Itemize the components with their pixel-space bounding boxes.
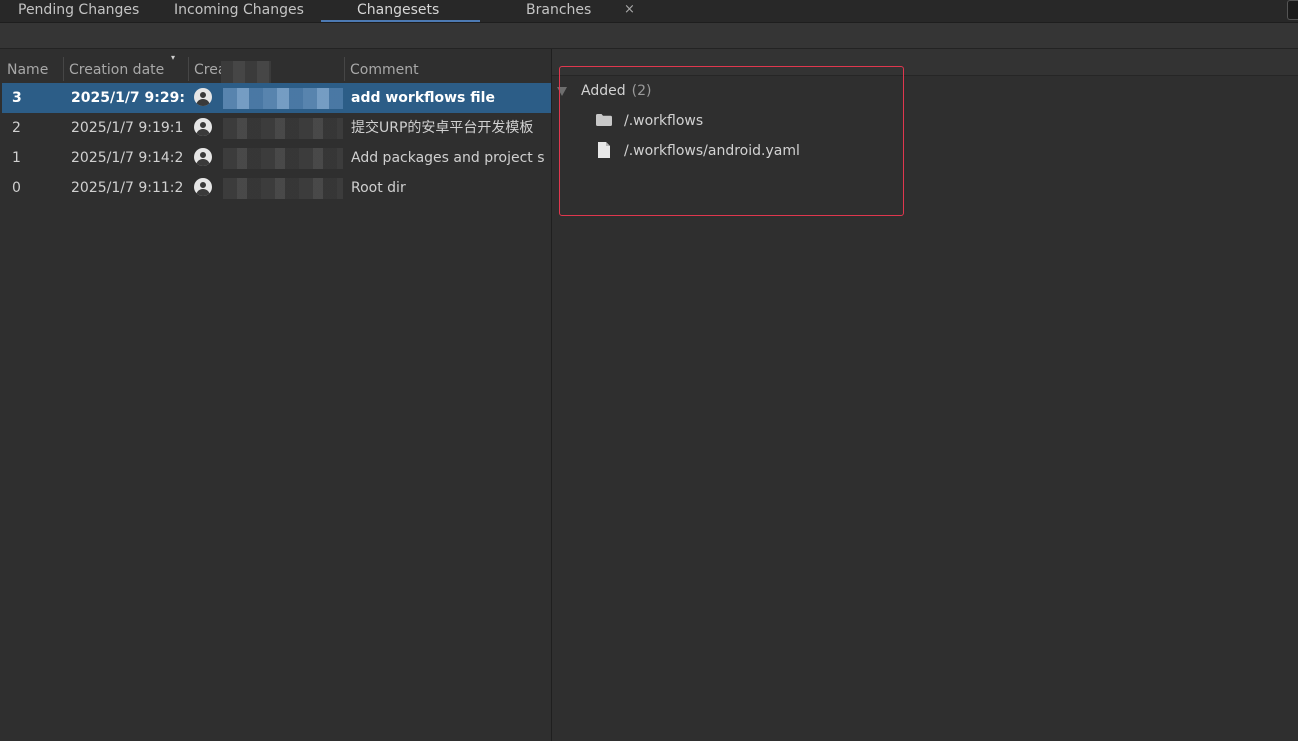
changeset-date: 2025/1/7 9:11:2: — [71, 180, 184, 196]
column-header-comment[interactable]: Comment — [350, 57, 548, 83]
changeset-row[interactable]: 0 2025/1/7 9:11:2: Root dir — [2, 173, 551, 203]
toolbar — [0, 23, 1298, 49]
changeset-name: 1 — [12, 150, 21, 166]
file-icon — [598, 142, 610, 158]
tab-changesets[interactable]: Changesets — [357, 0, 439, 22]
column-separator[interactable] — [344, 57, 345, 81]
user-avatar-icon — [194, 118, 212, 136]
tab-branches[interactable]: Branches — [526, 0, 591, 22]
changeset-name: 3 — [12, 90, 22, 106]
changeset-comment: 提交URP的安卓平台开发模板 — [351, 120, 534, 136]
changeset-row[interactable]: 2 2025/1/7 9:19:1: 提交URP的安卓平台开发模板 — [2, 113, 551, 143]
changeset-comment: add workflows file — [351, 90, 495, 106]
column-header-created-by[interactable]: Crea — [194, 57, 222, 83]
details-header — [552, 49, 1298, 76]
tab-pending-changes[interactable]: Pending Changes — [18, 0, 139, 22]
sort-descending-icon: ▾ — [171, 53, 176, 62]
changeset-date: 2025/1/7 9:29:( — [71, 90, 184, 106]
redacted-block — [221, 61, 271, 83]
tree-item-folder[interactable]: /.workflows — [624, 110, 703, 132]
tab-incoming-changes[interactable]: Incoming Changes — [174, 0, 304, 22]
expand-arrow-icon[interactable] — [557, 87, 567, 96]
close-tab-icon[interactable]: × — [624, 0, 635, 22]
group-count: (2) — [631, 83, 652, 99]
user-avatar-icon — [194, 88, 212, 106]
changeset-comment: Root dir — [351, 180, 406, 196]
changeset-date: 2025/1/7 9:19:1: — [71, 120, 184, 136]
redacted-username — [223, 178, 343, 199]
user-avatar-icon — [194, 148, 212, 166]
changeset-row[interactable]: 3 2025/1/7 9:29:( add workflows file — [2, 83, 551, 113]
changeset-list-panel: Name Creation date ▾ Crea Comment 3 2025… — [0, 49, 551, 741]
changeset-date: 2025/1/7 9:14:2 — [71, 150, 184, 166]
changeset-name: 2 — [12, 120, 21, 136]
column-header-creation-date[interactable]: Creation date — [69, 57, 187, 83]
redacted-username — [223, 118, 343, 139]
column-separator[interactable] — [188, 57, 189, 81]
tree-group-added[interactable]: Added (2) — [581, 80, 651, 102]
group-label: Added — [581, 83, 626, 99]
changeset-comment: Add packages and project s — [351, 150, 545, 166]
user-avatar-icon — [194, 178, 212, 196]
redacted-username — [223, 88, 343, 109]
options-button[interactable] — [1287, 0, 1298, 20]
active-tab-indicator — [321, 20, 480, 22]
column-separator[interactable] — [63, 57, 64, 81]
column-header-name[interactable]: Name — [7, 57, 59, 83]
changeset-name: 0 — [12, 180, 21, 196]
redacted-username — [223, 148, 343, 169]
tree-item-file[interactable]: /.workflows/android.yaml — [624, 140, 800, 162]
folder-icon — [596, 114, 612, 126]
changeset-row[interactable]: 1 2025/1/7 9:14:2 Add packages and proje… — [2, 143, 551, 173]
tab-bar: Pending Changes Incoming Changes Changes… — [0, 0, 1298, 23]
